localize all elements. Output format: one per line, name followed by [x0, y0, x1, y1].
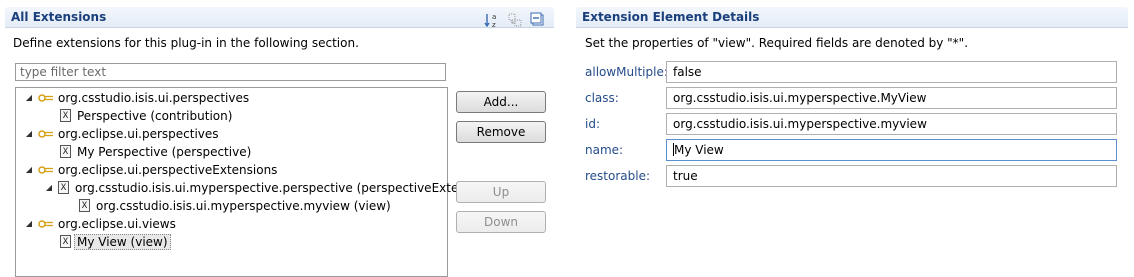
tree-item-label: My View (view): [74, 233, 171, 250]
tree-item-element-selected[interactable]: X My View (view): [60, 233, 171, 250]
tree-item-label: org.csstudio.isis.ui.myperspective.myvie…: [96, 198, 391, 213]
add-button[interactable]: Add...: [456, 91, 546, 113]
extensions-tree[interactable]: ◢ org.csstudio.isis.ui.perspectives X Pe…: [15, 87, 495, 277]
tree-item-label: org.csstudio.isis.ui.myperspective.persp…: [75, 180, 496, 195]
filter-input[interactable]: [15, 63, 446, 81]
twisty-expanded-icon[interactable]: ◢: [24, 165, 34, 175]
extension-point-icon: [38, 165, 53, 174]
tree-item-label: org.csstudio.isis.ui.perspectives: [58, 90, 250, 105]
field-label-name: name:: [585, 143, 624, 157]
all-extensions-description: Define extensions for this plug-in in th…: [13, 36, 359, 50]
name-field-value: My View: [674, 143, 724, 157]
up-button[interactable]: Up: [456, 181, 546, 203]
class-field[interactable]: org.csstudio.isis.ui.myperspective.MyVie…: [666, 87, 1117, 109]
svg-text:z: z: [492, 21, 496, 28]
twisty-expanded-icon[interactable]: ◢: [24, 129, 34, 139]
id-field[interactable]: org.csstudio.isis.ui.myperspective.myvie…: [666, 113, 1117, 135]
all-extensions-title: All Extensions: [11, 10, 107, 24]
xml-element-icon: X: [79, 199, 90, 212]
tree-item-extension[interactable]: ◢ org.eclipse.ui.perspectiveExtensions: [24, 161, 278, 178]
field-label-allow-multiple: allowMultiple:: [585, 65, 668, 79]
element-details-header: Extension Element Details: [576, 7, 1128, 28]
tree-item-label: org.eclipse.ui.perspectives: [58, 126, 219, 141]
xml-element-icon: X: [58, 181, 69, 194]
tree-item-extension[interactable]: ◢ org.csstudio.isis.ui.perspectives: [24, 89, 249, 106]
tree-item-element[interactable]: X org.csstudio.isis.ui.myperspective.myv…: [79, 197, 391, 214]
name-field[interactable]: My View: [666, 139, 1117, 161]
allow-multiple-field[interactable]: false: [666, 61, 1117, 83]
tree-item-label: My Perspective (perspective): [77, 144, 252, 159]
xml-element-icon: X: [60, 235, 71, 248]
extension-point-icon: [38, 219, 53, 228]
twisty-expanded-icon[interactable]: ◢: [24, 93, 34, 103]
sort-alphabetical-icon[interactable]: a z: [484, 12, 500, 28]
tree-item-label: org.eclipse.ui.views: [58, 216, 176, 231]
tree-item-element[interactable]: X Perspective (contribution): [60, 107, 232, 124]
tree-item-label: org.eclipse.ui.perspectiveExtensions: [58, 162, 278, 177]
extension-point-icon: [38, 93, 53, 102]
down-button[interactable]: Down: [456, 211, 546, 233]
svg-text:a: a: [492, 13, 496, 21]
tree-item-element[interactable]: X My Perspective (perspective): [60, 143, 251, 160]
field-label-id: id:: [585, 117, 600, 131]
extension-point-icon: [38, 129, 53, 138]
field-label-restorable: restorable:: [585, 169, 651, 183]
xml-element-icon: X: [60, 145, 71, 158]
collapse-all-icon[interactable]: [530, 12, 546, 28]
tree-item-extension[interactable]: ◢ org.eclipse.ui.perspectives: [24, 125, 219, 142]
tree-item-extension[interactable]: ◢ org.eclipse.ui.views: [24, 215, 176, 232]
element-details-title: Extension Element Details: [582, 10, 760, 24]
tree-item-element[interactable]: ◢ X org.csstudio.isis.ui.myperspective.p…: [44, 179, 495, 196]
xml-element-icon: X: [60, 109, 71, 122]
field-label-class: class:: [585, 91, 619, 105]
toggle-icon[interactable]: [507, 12, 523, 28]
all-extensions-header: All Extensions: [5, 7, 554, 28]
twisty-expanded-icon[interactable]: ◢: [44, 183, 54, 193]
element-details-description: Set the properties of "view". Required f…: [585, 36, 969, 50]
tree-item-label: Perspective (contribution): [77, 108, 233, 123]
remove-button[interactable]: Remove: [456, 121, 546, 143]
twisty-expanded-icon[interactable]: ◢: [24, 219, 34, 229]
restorable-field[interactable]: true: [666, 165, 1117, 187]
